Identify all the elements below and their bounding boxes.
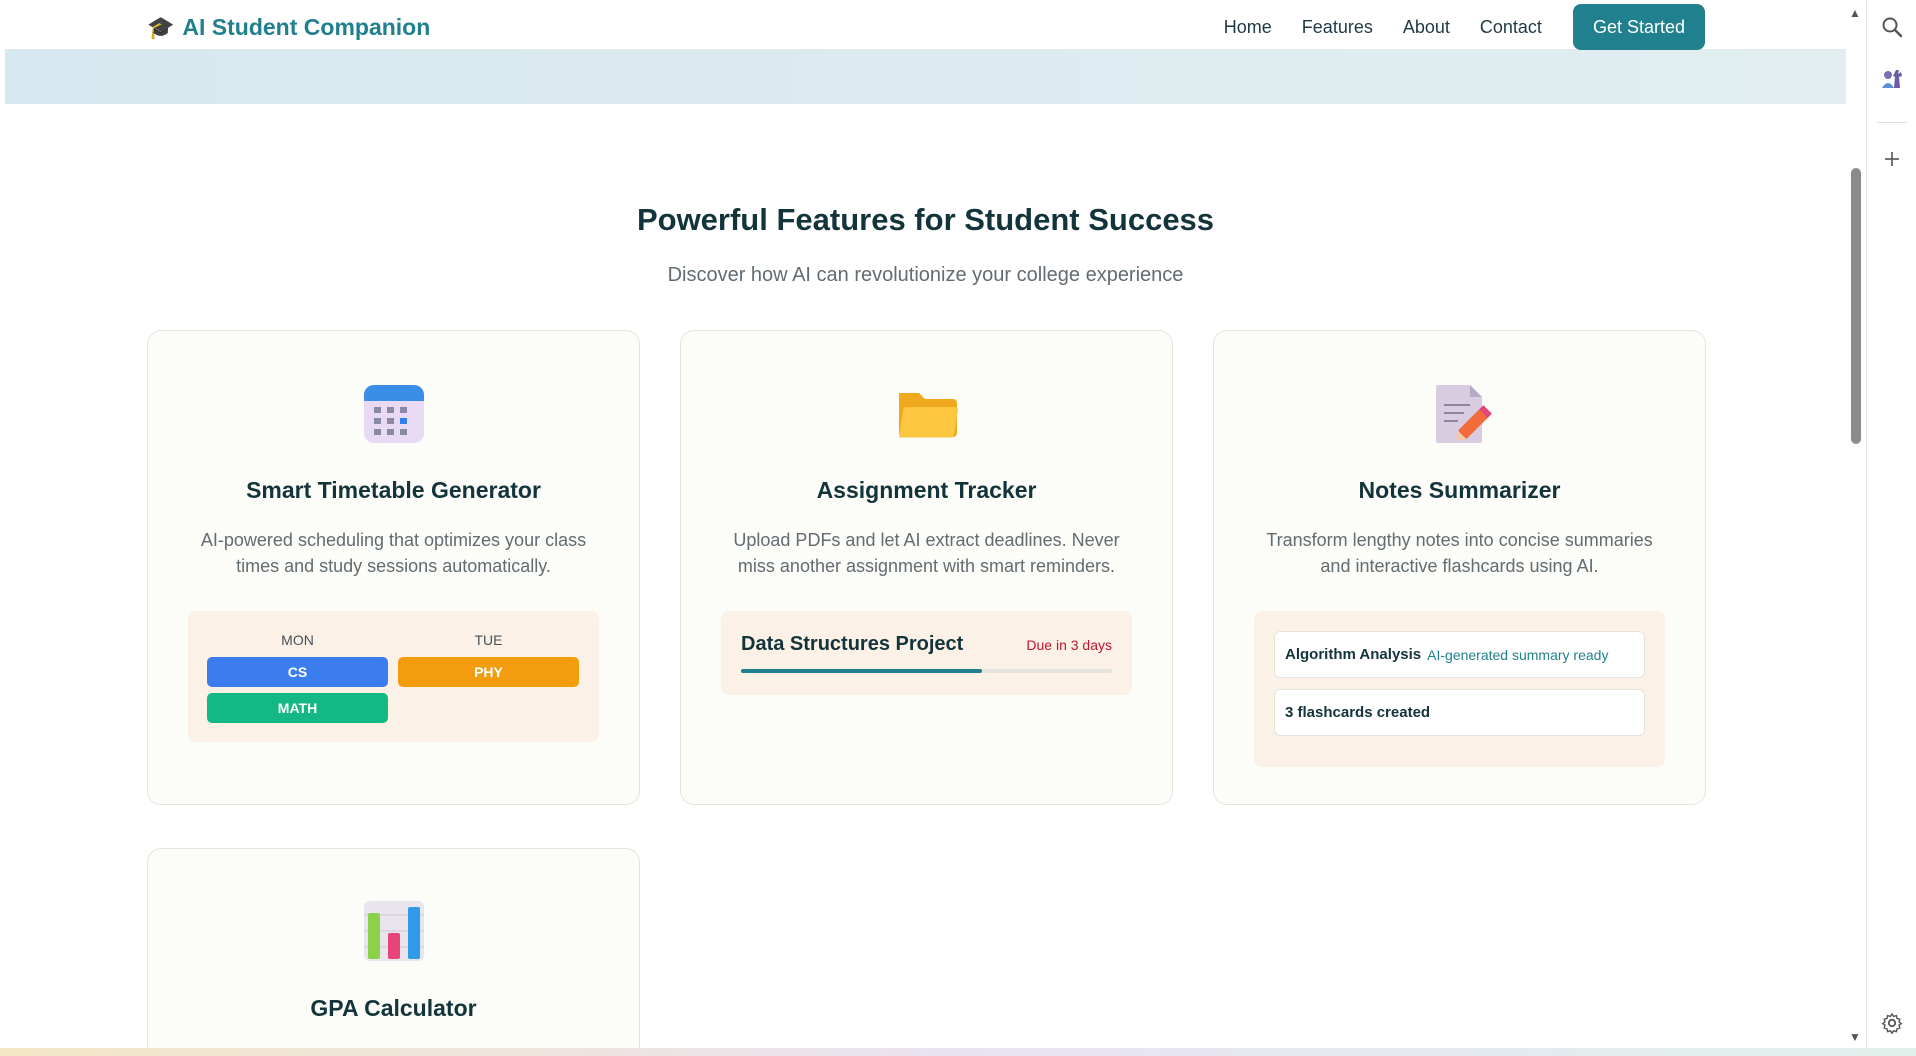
- card-description: Transform lengthy notes into concise sum…: [1266, 530, 1653, 576]
- get-started-button[interactable]: Get Started: [1572, 4, 1705, 50]
- folder-icon: [898, 393, 958, 438]
- class-slot-phy: PHY: [398, 657, 579, 687]
- feature-card-assignments[interactable]: Assignment Tracker Upload PDFs and let A…: [680, 330, 1173, 805]
- nav-link-home[interactable]: Home: [1224, 17, 1272, 38]
- class-slot-math: MATH: [207, 693, 388, 723]
- progress-track: [741, 669, 1112, 673]
- nav-links: Home Features About Contact Get Started: [1224, 4, 1705, 50]
- timetable-preview: MON TUE CS PHY MATH: [188, 611, 599, 742]
- section-subtitle: Discover how AI can revolutionize your c…: [667, 264, 1184, 286]
- navbar: 🎓 AI Student Companion Home Features Abo…: [5, 4, 1846, 50]
- card-title: Smart Timetable Generator: [246, 477, 541, 503]
- day-label: TUE: [474, 632, 503, 648]
- nav-link-about[interactable]: About: [1403, 17, 1450, 38]
- search-icon[interactable]: [1867, 16, 1916, 44]
- day-label: MON: [281, 632, 314, 648]
- feature-card-gpa[interactable]: GPA Calculator: [147, 848, 640, 1048]
- bar-chart-icon: [363, 901, 424, 961]
- feature-card-notes[interactable]: Notes Summarizer Transform lengthy notes…: [1213, 330, 1706, 805]
- scroll-up-icon[interactable]: ▲: [1849, 6, 1861, 20]
- card-title: Assignment Tracker: [816, 477, 1037, 503]
- feature-card-timetable[interactable]: Smart Timetable Generator AI-powered sch…: [147, 330, 640, 805]
- memo-icon: [1435, 385, 1492, 443]
- settings-icon[interactable]: [1867, 1012, 1916, 1040]
- scroll-down-icon[interactable]: ▼: [1849, 1030, 1861, 1044]
- assignment-preview: Data Structures Project Due in 3 days: [721, 611, 1132, 695]
- page-viewport: 🎓 AI Student Companion Home Features Abo…: [5, 4, 1846, 1048]
- graduation-cap-icon: 🎓: [147, 14, 175, 40]
- card-title: Notes Summarizer: [1358, 477, 1561, 503]
- assignment-name: Data Structures Project: [741, 633, 964, 655]
- window-bottom-edge: [0, 1048, 1916, 1056]
- progress-fill: [741, 669, 983, 673]
- plus-icon[interactable]: [1867, 148, 1916, 174]
- chess-icon[interactable]: [1867, 66, 1916, 98]
- notes-preview: Algorithm Analysis AI-generated summary …: [1254, 611, 1665, 767]
- browser-side-panel: [1866, 0, 1916, 1056]
- scrollbar-track[interactable]: [1846, 4, 1866, 1048]
- flashcard-count: 3 flashcards created: [1285, 704, 1431, 721]
- nav-link-contact[interactable]: Contact: [1480, 17, 1542, 38]
- card-description: AI-powered scheduling that optimizes you…: [200, 530, 587, 576]
- scrollbar-thumb[interactable]: [1851, 168, 1861, 444]
- hero-background: [5, 50, 1846, 104]
- note-title: Algorithm Analysis: [1285, 646, 1422, 663]
- due-badge: Due in 3 days: [1026, 636, 1112, 653]
- nav-link-features[interactable]: Features: [1302, 17, 1373, 38]
- summary-status: AI-generated summary ready: [1427, 646, 1609, 663]
- class-slot-cs: CS: [207, 657, 388, 687]
- card-title: GPA Calculator: [310, 995, 477, 1021]
- flashcard-item[interactable]: 3 flashcards created: [1274, 689, 1645, 736]
- card-description: Upload PDFs and let AI extract deadlines…: [733, 530, 1120, 576]
- summary-item[interactable]: Algorithm Analysis AI-generated summary …: [1274, 631, 1645, 678]
- calendar-icon: [363, 385, 424, 443]
- section-title: Powerful Features for Student Success: [636, 202, 1215, 237]
- brand-name: AI Student Companion: [182, 14, 431, 40]
- brand-logo[interactable]: 🎓 AI Student Companion: [147, 14, 430, 41]
